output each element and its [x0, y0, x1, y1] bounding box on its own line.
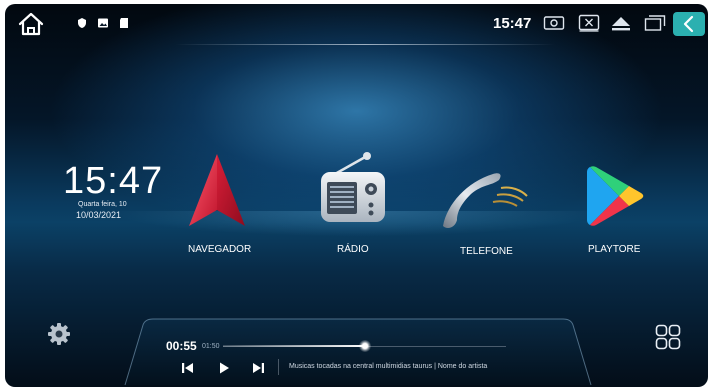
home-screen: 15:47 15:47 Quarta feira, 10 10/03/2021 … — [5, 4, 708, 387]
shield-icon — [78, 18, 86, 28]
status-time: 15:47 — [493, 15, 532, 32]
track-info: Musicas tocadas na central multimidias t… — [289, 363, 488, 370]
gear-icon[interactable] — [47, 322, 71, 346]
eject-icon[interactable] — [610, 14, 632, 32]
progress-fill — [223, 345, 365, 347]
back-button[interactable] — [673, 12, 705, 36]
app-label-radio: RÁDIO — [337, 244, 369, 255]
app-label-telefone: TELEFONE — [460, 246, 513, 257]
player-total-time: 01:50 — [202, 343, 220, 350]
image-icon — [98, 18, 108, 28]
previous-icon[interactable] — [181, 361, 195, 375]
screenshot-icon[interactable] — [543, 14, 565, 32]
play-store-icon — [587, 166, 644, 226]
player-current-time: 00:55 — [166, 339, 197, 353]
clock-day: Quarta feira, 10 — [78, 201, 127, 208]
play-icon[interactable] — [217, 361, 231, 375]
phone-icon — [443, 173, 528, 228]
player-separator — [278, 359, 279, 375]
next-icon[interactable] — [251, 361, 265, 375]
back-icon — [683, 15, 694, 33]
close-app-icon[interactable] — [578, 14, 600, 32]
status-divider — [175, 44, 555, 45]
clock-time: 15:47 — [63, 160, 164, 202]
recent-apps-icon[interactable] — [644, 14, 666, 32]
app-label-playstore: PLAYTORE — [588, 244, 641, 255]
progress-knob[interactable] — [359, 340, 371, 352]
radio-icon — [321, 152, 385, 222]
home-icon[interactable] — [17, 11, 45, 37]
status-bar: 15:47 — [5, 4, 708, 44]
app-label-navegador: NAVEGADOR — [188, 244, 252, 255]
sd-card-icon — [120, 18, 128, 28]
navigation-arrow-icon — [189, 154, 245, 226]
app-grid-icon[interactable] — [655, 324, 681, 350]
clock-date: 10/03/2021 — [76, 210, 122, 220]
